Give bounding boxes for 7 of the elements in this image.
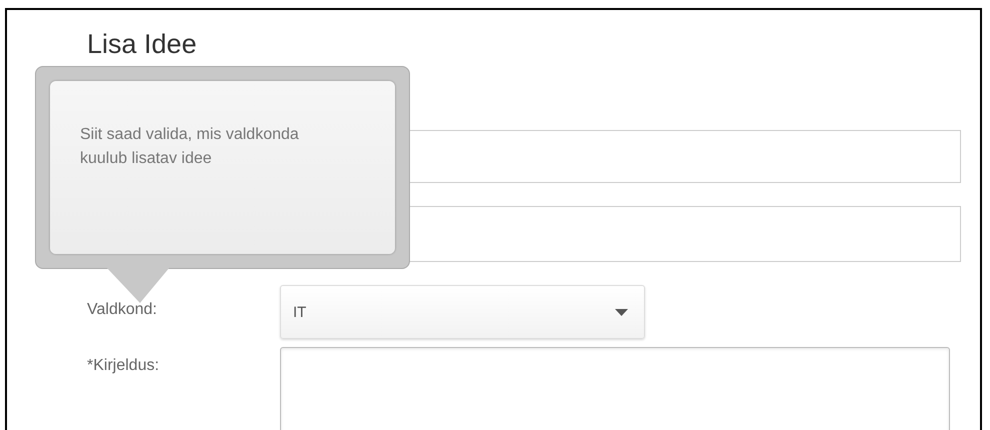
description-field[interactable] <box>280 347 950 430</box>
page-title: Lisa Idee <box>87 28 198 60</box>
field-label: Valdkond: <box>87 300 158 319</box>
caret-icon <box>615 308 628 316</box>
field-label: *Kirjeldus: <box>87 356 160 375</box>
category-dropdown[interactable]: IT <box>280 285 645 339</box>
tooltip-text: Siit saad valida, mis valdkonda kuulub lisatav idee <box>80 126 299 167</box>
